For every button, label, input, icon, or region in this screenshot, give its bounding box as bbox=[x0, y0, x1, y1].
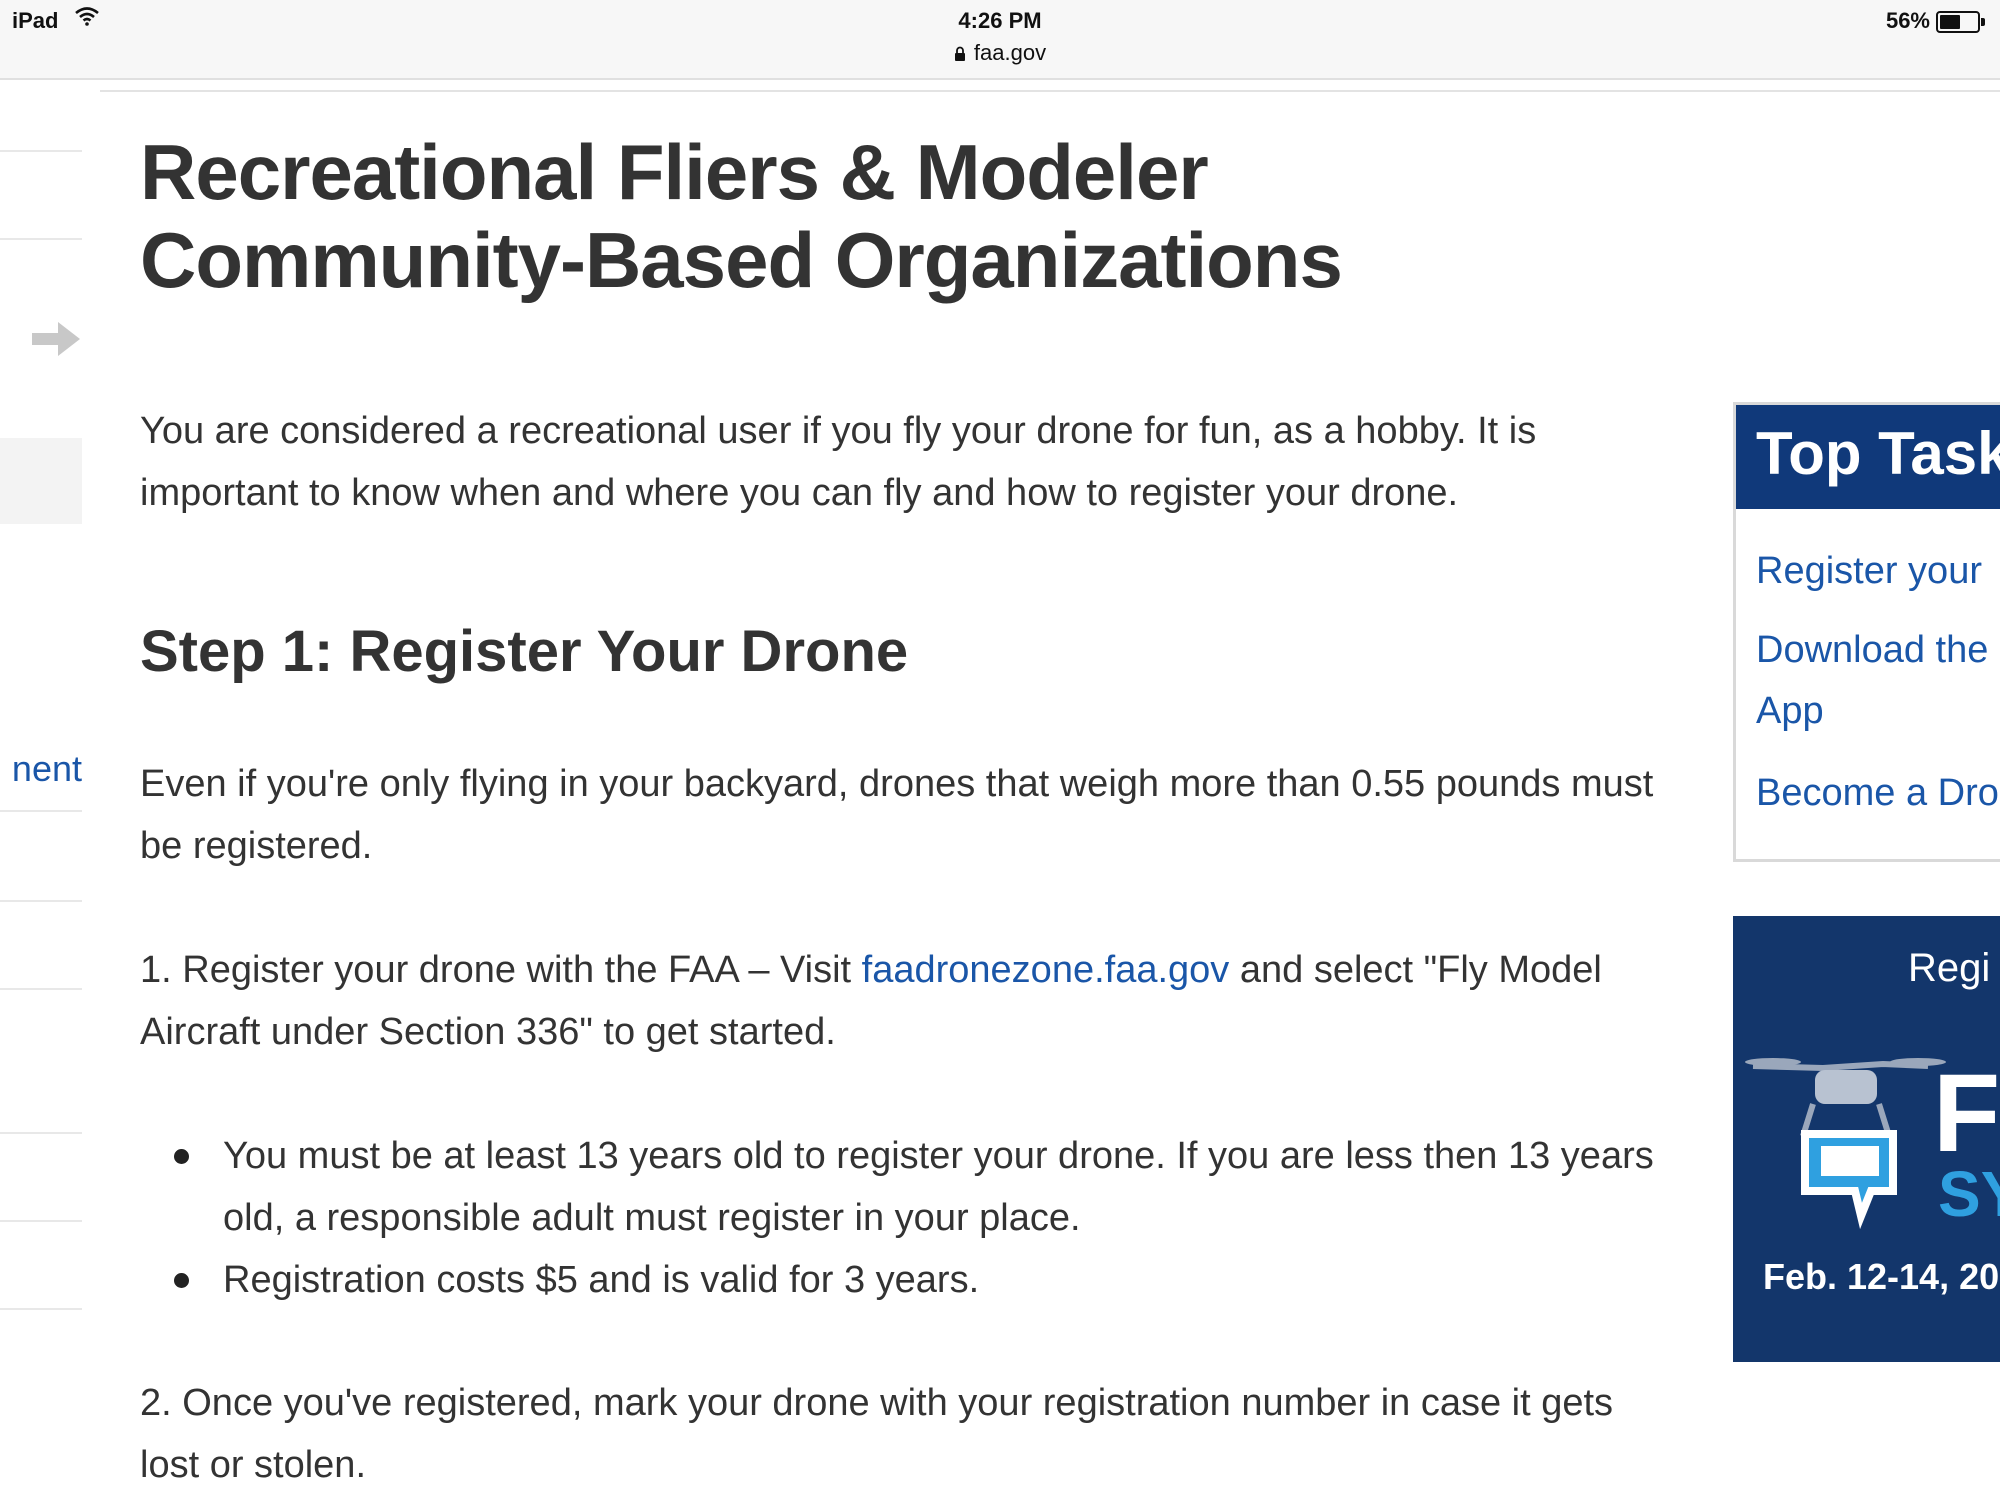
task-link-app[interactable]: App bbox=[1756, 680, 1824, 742]
bullet-icon bbox=[174, 1149, 189, 1164]
divider bbox=[0, 900, 82, 902]
list-item: Registration costs $5 and is valid for 3… bbox=[140, 1249, 1670, 1311]
address-bar[interactable]: faa.gov bbox=[0, 40, 2000, 68]
promo-date: Feb. 12-14, 20 bbox=[1763, 1256, 2000, 1297]
list-item: You must be at least 13 years old to reg… bbox=[140, 1125, 1670, 1249]
battery-percentage: 56% bbox=[1885, 8, 1930, 33]
faadronezone-link[interactable]: faadronezone.faa.gov bbox=[862, 949, 1230, 991]
sidebar-item-selected[interactable] bbox=[0, 438, 82, 524]
sidebar-link-partial[interactable]: nent bbox=[0, 748, 82, 790]
divider bbox=[0, 810, 82, 812]
lock-icon bbox=[954, 42, 966, 68]
left-sidebar: nent bbox=[0, 0, 82, 1500]
task-link-register[interactable]: Register your bbox=[1756, 540, 1982, 602]
divider bbox=[0, 238, 82, 240]
promo-logo-letter: F bbox=[1933, 1052, 2000, 1175]
divider bbox=[0, 988, 82, 990]
promo-logo-subtext: SY bbox=[1938, 1158, 2000, 1230]
page-title-line1: Recreational Fliers & Modeler bbox=[140, 128, 1209, 216]
top-tasks-panel: Top Task Register your Download the App … bbox=[1733, 402, 2000, 862]
promo-heading: Regi bbox=[1908, 946, 1991, 990]
mark-drone-instruction: 2. Once you've registered, mark your dro… bbox=[140, 1382, 1614, 1486]
divider bbox=[0, 1220, 82, 1222]
status-bar: iPad 4:26 PM faa.gov 56% bbox=[0, 0, 2000, 80]
list-item-text: You must be at least 13 years old to reg… bbox=[223, 1135, 1654, 1239]
clock: 4:26 PM bbox=[958, 8, 1042, 33]
list-item-text: Registration costs $5 and is valid for 3… bbox=[223, 1259, 980, 1301]
intro-paragraph: You are considered a recreational user i… bbox=[140, 410, 1537, 514]
task-link-download[interactable]: Download the bbox=[1756, 619, 1988, 681]
step1-heading: Step 1: Register Your Drone bbox=[140, 619, 909, 684]
requirements-list: You must be at least 13 years old to reg… bbox=[140, 1125, 1670, 1311]
drone-logo-icon: F SY bbox=[1745, 1052, 2000, 1230]
divider bbox=[0, 150, 82, 152]
battery-icon bbox=[1936, 11, 1985, 33]
step1-paragraph: Even if you're only flying in your backy… bbox=[140, 763, 1654, 867]
task-link-become[interactable]: Become a Dro bbox=[1756, 762, 1999, 824]
divider bbox=[0, 1132, 82, 1134]
symposium-promo-banner[interactable]: Regi F SY Feb. 12-14, 20 bbox=[1733, 916, 2000, 1362]
top-tasks-heading: Top Task bbox=[1736, 405, 2000, 509]
register-instruction: 1. Register your drone with the FAA – Vi… bbox=[140, 939, 1670, 1063]
divider bbox=[0, 1308, 82, 1310]
page-title-line2: Community-Based Organizations bbox=[140, 216, 1343, 304]
url-text: faa.gov bbox=[973, 40, 1047, 65]
bullet-icon bbox=[174, 1273, 189, 1288]
page-title: Recreational Fliers & Modeler Community-… bbox=[140, 128, 1540, 304]
arrow-right-icon[interactable] bbox=[30, 318, 82, 365]
battery-level bbox=[1940, 15, 1960, 29]
register-instruction-prefix: 1. Register your drone with the FAA – Vi… bbox=[140, 949, 862, 991]
content-top-divider bbox=[100, 90, 2000, 92]
